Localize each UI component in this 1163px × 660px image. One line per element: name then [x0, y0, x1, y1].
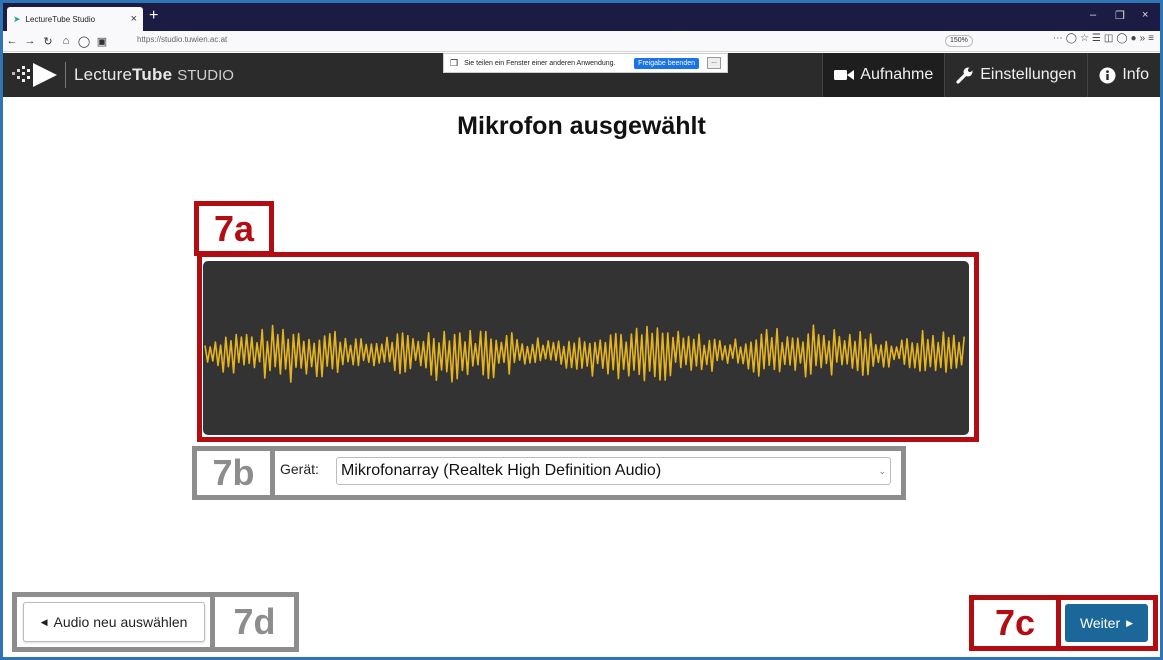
button-label: Audio neu auswählen	[53, 614, 188, 630]
app-nav: Aufnahme Einstellungen Info	[822, 53, 1160, 97]
audio-waveform	[203, 261, 969, 435]
nav-item-recording[interactable]: Aufnahme	[822, 53, 945, 97]
nav-label: Info	[1122, 66, 1149, 83]
stop-sharing-button[interactable]: Freigabe beenden	[634, 57, 699, 69]
lock-icon: ▣	[96, 35, 108, 48]
annotation-tag-7b: 7b	[192, 446, 275, 500]
next-button[interactable]: Weiter ▶	[1065, 604, 1148, 642]
annotation-label: 7b	[212, 452, 255, 493]
close-window-icon[interactable]: ×	[1142, 9, 1148, 21]
screen-share-bar: ❐ Sie teilen ein Fenster einer anderen A…	[443, 53, 728, 73]
waveform-line	[204, 324, 965, 383]
menu-icon[interactable]: ≡	[1148, 33, 1154, 44]
nav-item-settings[interactable]: Einstellungen	[944, 53, 1087, 97]
sidebar-icon[interactable]: ◫	[1104, 33, 1113, 44]
annotation-label: 7c	[994, 602, 1036, 643]
minimize-window-icon[interactable]: –	[1090, 9, 1096, 21]
info-icon	[1099, 67, 1116, 83]
browser-toolbar: ← → ↻ ⌂ ◯ ▣ https://studio.tuwien.ac.at …	[3, 31, 1160, 52]
caret-right-icon: ▶	[1126, 617, 1134, 628]
device-select[interactable]: Mikrofonarray (Realtek High Definition A…	[336, 457, 891, 485]
zoom-indicator[interactable]: 150%	[945, 35, 973, 47]
account-icon[interactable]: ●	[1131, 33, 1137, 44]
reload-icon[interactable]: ↻	[39, 35, 57, 48]
device-label: Gerät:	[280, 461, 319, 477]
button-label: Weiter	[1079, 615, 1121, 631]
annotation-label: 7d	[233, 601, 276, 642]
chevron-down-icon: ⌄	[878, 465, 886, 476]
library-icon[interactable]: ☰	[1092, 33, 1101, 44]
waveform-graph	[204, 324, 965, 383]
home-icon[interactable]: ⌂	[57, 35, 75, 47]
logo-divider	[65, 62, 66, 88]
close-tab-icon[interactable]: ×	[131, 13, 137, 25]
bookmark-star-icon[interactable]: ☆	[1080, 33, 1089, 44]
brand-name: LectureTube	[74, 65, 173, 84]
browser-tab-bar: ➤ LectureTube Studio × + – ❐ ×	[3, 3, 1160, 31]
device-select-value: Mikrofonarray (Realtek High Definition A…	[341, 462, 662, 479]
nav-label: Aufnahme	[860, 66, 934, 83]
page-title: Mikrofon ausgewählt	[457, 112, 706, 140]
forward-icon[interactable]: →	[21, 35, 39, 47]
pocket-icon[interactable]: ◯	[1066, 33, 1077, 44]
logo-mark-icon	[12, 63, 57, 87]
shield-icon[interactable]: ◯	[75, 35, 93, 48]
annotation-tag-7a: 7a	[194, 201, 274, 256]
favicon-icon: ➤	[13, 13, 21, 24]
share-message: Sie teilen ein Fenster einer anderen Anw…	[464, 59, 616, 67]
new-tab-icon[interactable]: +	[149, 8, 158, 24]
annotation-label: 7a	[213, 207, 255, 249]
toolbar-icons: ⋯ ◯ ☆ ☰ ◫ ◯ ● » ≡	[1053, 33, 1154, 44]
screenshot-frame: ➤ LectureTube Studio × + – ❐ × ← → ↻ ⌂ ◯…	[0, 0, 1163, 660]
annotation-tag-7d: 7d	[210, 592, 299, 652]
reselect-audio-button[interactable]: ◀ Audio neu auswählen	[23, 602, 205, 642]
share-window-icon: ❐	[450, 57, 459, 68]
address-bar[interactable]: https://studio.tuwien.ac.at	[137, 35, 227, 44]
annotation-tag-7c: 7c	[969, 595, 1061, 651]
more-icon[interactable]: ⋯	[1053, 33, 1063, 44]
overflow-icon[interactable]: »	[1140, 33, 1146, 44]
caret-left-icon: ◀	[40, 616, 48, 627]
share-bar-minimize-button[interactable]: ...	[707, 57, 721, 69]
nav-label: Einstellungen	[980, 66, 1077, 83]
video-camera-icon	[834, 70, 855, 80]
nav-item-info[interactable]: Info	[1087, 53, 1160, 97]
sync-icon[interactable]: ◯	[1116, 33, 1127, 44]
back-icon[interactable]: ←	[3, 35, 21, 47]
browser-tab[interactable]: ➤ LectureTube Studio ×	[7, 7, 143, 31]
restore-window-icon[interactable]: ❐	[1115, 9, 1125, 22]
app-logo[interactable]: LectureTube STUDIO	[9, 61, 234, 89]
brand-suffix: STUDIO	[177, 66, 234, 84]
tab-title: LectureTube Studio	[25, 14, 96, 24]
wrench-icon	[956, 67, 973, 84]
